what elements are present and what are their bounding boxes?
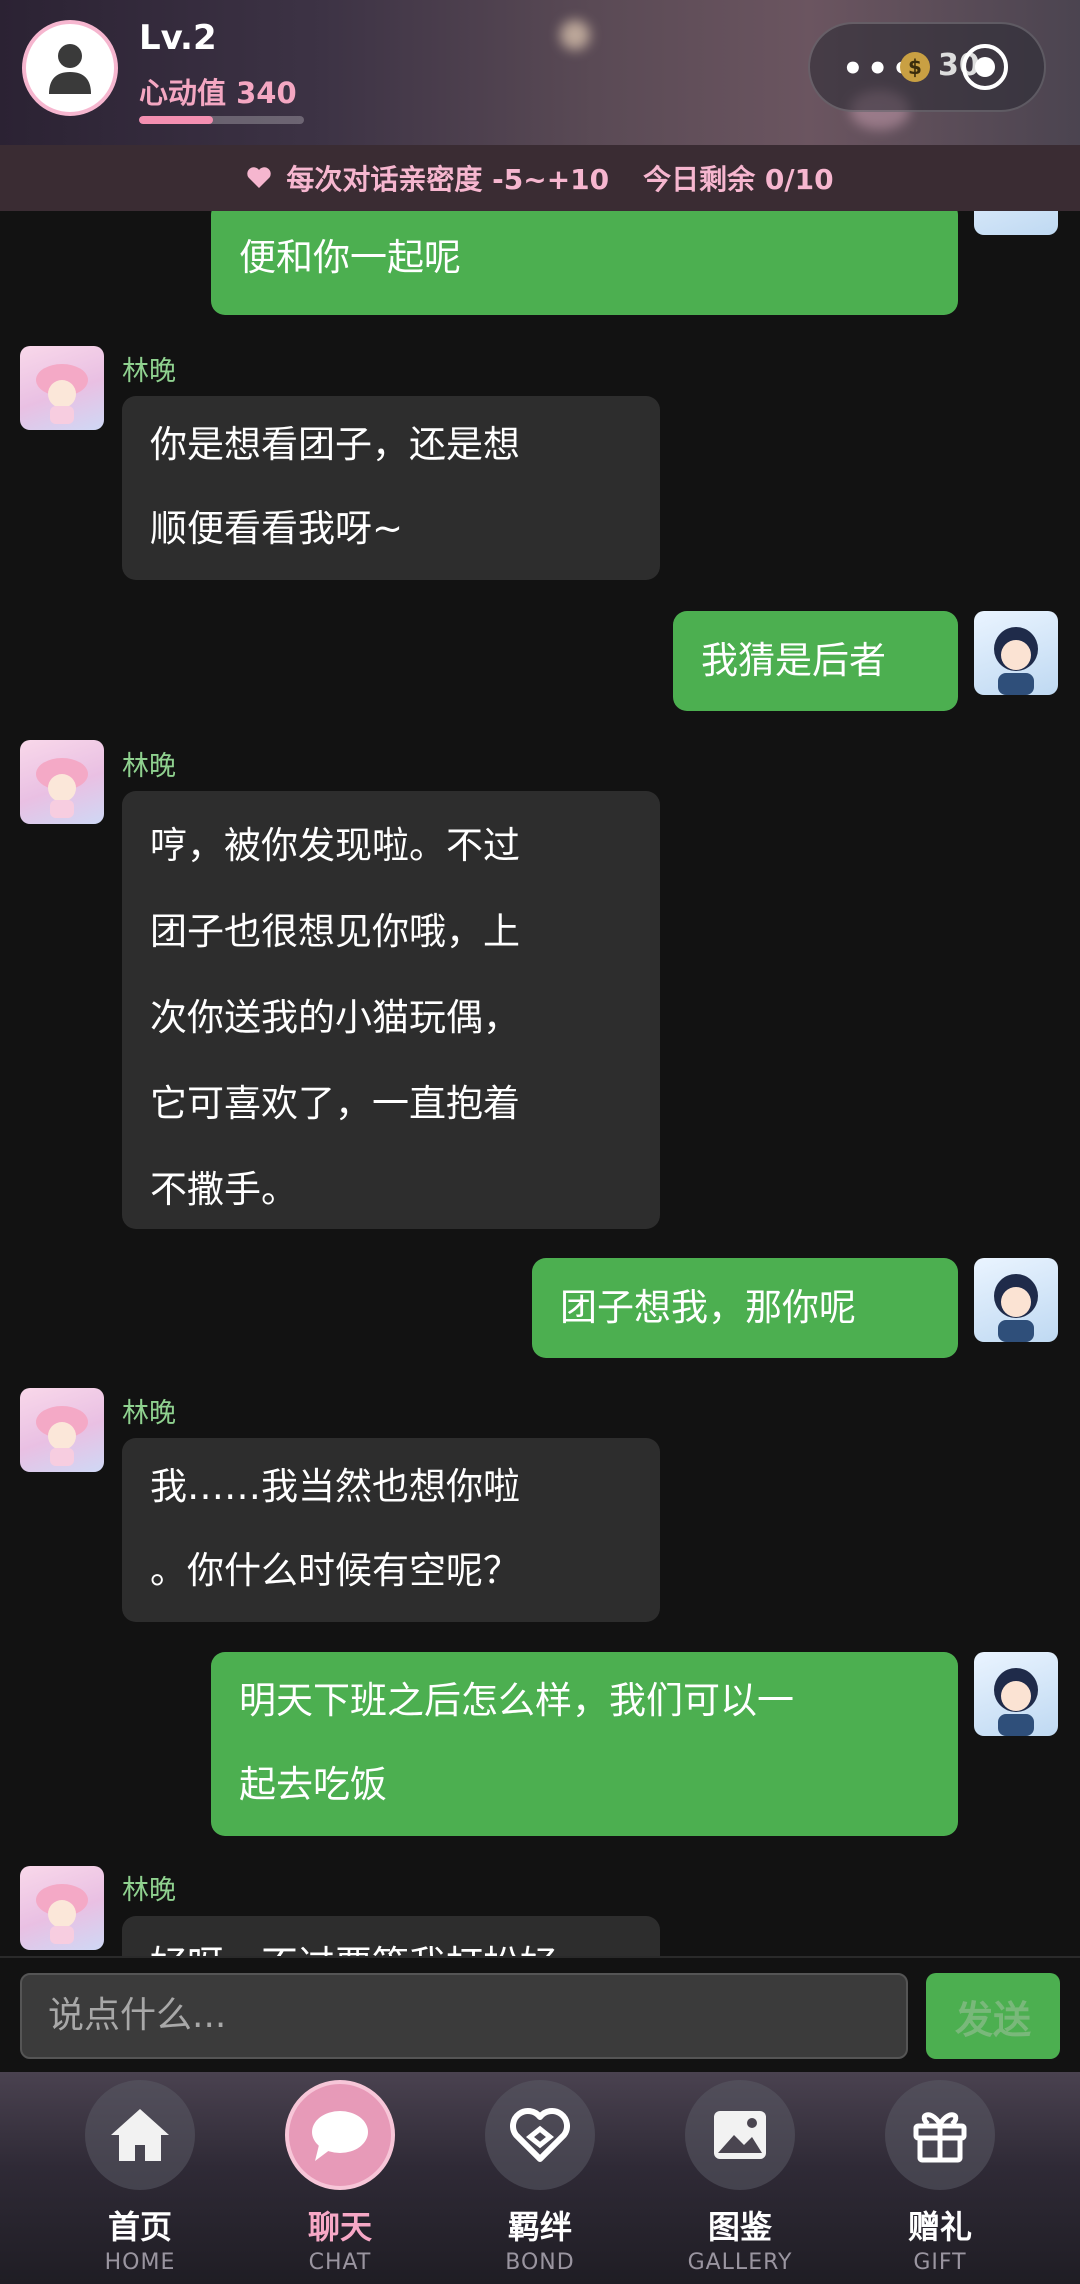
nav-sublabel: HOME (104, 2250, 176, 2275)
chat-bubble-icon (285, 2080, 395, 2190)
my-avatar[interactable] (974, 1652, 1058, 1736)
send-button[interactable]: 发送 (926, 1973, 1060, 2059)
message-line: 好呀，不过要等我打扮好 (150, 1922, 632, 1956)
nav-label: 图鉴 (707, 2208, 772, 2246)
anime-girl-avatar-art (36, 1884, 88, 1944)
nav-label: 羁绊 (507, 2208, 572, 2246)
sender-name: 林晚 (122, 356, 176, 387)
heart-progress-fill (139, 116, 214, 124)
their-message-bubble[interactable]: 好呀，不过要等我打扮好 (122, 1916, 660, 1956)
message-line: 它可喜欢了，一直抱着 (150, 1082, 520, 1125)
heart-link-icon (485, 2080, 595, 2190)
message-line: 起去吃饭 (239, 1763, 387, 1806)
my-message-bubble[interactable]: 我猜是后者 (673, 611, 958, 711)
their-message-bubble[interactable]: 我……我当然也想你啦 。你什么时候有空呢？ (122, 1438, 660, 1622)
nav-label: 首页 (107, 2208, 172, 2246)
message-line: 明天下班之后怎么样，我们可以一 (239, 1679, 794, 1722)
message-line: 我猜是后者 (701, 639, 886, 682)
user-level: Lv.2 (139, 18, 217, 58)
user-icon (49, 44, 91, 94)
bottom-navigation: 首页 HOME 聊天 CHAT 羁绊 BOND 图鉴 GALLERY 赠礼 GI… (0, 2072, 1080, 2284)
heart-value: 心动值 340 (139, 76, 297, 110)
chat-message-list[interactable]: 便和你一起呢 林晚 你是想看团子，还是想 顺便看看我呀~ 我猜是后者 林晚 哼，… (0, 211, 1080, 1956)
my-avatar[interactable] (974, 611, 1058, 695)
message-line: 不撒手。 (150, 1168, 298, 1211)
anime-boy-avatar-art (994, 1668, 1038, 1736)
my-avatar[interactable] (974, 1258, 1058, 1342)
anime-girl-avatar-art (36, 758, 88, 818)
close-miniprogram-icon[interactable] (962, 44, 1008, 90)
nav-sublabel: CHAT (308, 2250, 372, 2275)
anime-boy-avatar-art (994, 1274, 1038, 1342)
nav-home[interactable]: 首页 HOME (40, 2072, 240, 2284)
intimacy-banner: 每次对话亲密度 -5~+10 今日剩余 0/10 (0, 145, 1080, 211)
my-message-bubble[interactable]: 便和你一起呢 (211, 211, 958, 315)
my-avatar[interactable] (974, 211, 1058, 235)
heart-icon (247, 167, 272, 188)
top-header: Lv.2 心动值 340 ••• $ 30 (0, 0, 1080, 145)
my-message-bubble[interactable]: 明天下班之后怎么样，我们可以一 起去吃饭 (211, 1652, 958, 1836)
lin-wan-avatar[interactable] (20, 1388, 104, 1472)
message-line: 次你送我的小猫玩偶， (150, 996, 520, 1039)
anime-girl-avatar-art (36, 1406, 88, 1466)
nav-sublabel: GALLERY (687, 2250, 793, 2275)
intimacy-rule-text: 每次对话亲密度 -5~+10 (286, 163, 610, 196)
my-message-bubble[interactable]: 团子想我，那你呢 (532, 1258, 958, 1358)
message-line: 哼，被你发现啦。不过 (150, 824, 520, 867)
anime-girl-avatar-art (36, 364, 88, 424)
message-line: 便和你一起呢 (239, 236, 461, 279)
message-line: 我……我当然也想你啦 (150, 1465, 520, 1508)
their-message-bubble[interactable]: 哼，被你发现啦。不过 团子也很想见你哦，上 次你送我的小猫玩偶， 它可喜欢了，一… (122, 791, 660, 1229)
lin-wan-avatar[interactable] (20, 346, 104, 430)
their-message-bubble[interactable]: 你是想看团子，还是想 顺便看看我呀~ (122, 396, 660, 580)
nav-gallery[interactable]: 图鉴 GALLERY (640, 2072, 840, 2284)
nav-label: 赠礼 (907, 2208, 972, 2246)
home-icon (85, 2080, 195, 2190)
nav-label: 聊天 (307, 2208, 372, 2246)
sender-name: 林晚 (122, 1875, 176, 1906)
background-light (560, 20, 590, 50)
nav-sublabel: GIFT (913, 2250, 967, 2275)
message-line: 团子也很想见你哦，上 (150, 910, 520, 953)
lin-wan-avatar[interactable] (20, 1866, 104, 1950)
message-input-bar: 说点什么... 发送 (0, 1956, 1080, 2074)
gallery-icon (685, 2080, 795, 2190)
message-input[interactable]: 说点什么... (20, 1973, 908, 2059)
anime-boy-avatar-art (994, 627, 1038, 695)
message-line: 顺便看看我呀~ (150, 507, 404, 550)
coin-icon: $ (900, 52, 930, 82)
nav-gift[interactable]: 赠礼 GIFT (840, 2072, 1040, 2284)
sender-name: 林晚 (122, 751, 176, 782)
heart-progress-bar (139, 116, 304, 124)
user-avatar[interactable] (22, 20, 118, 116)
message-line: 团子想我，那你呢 (560, 1286, 856, 1329)
nav-chat[interactable]: 聊天 CHAT (240, 2072, 440, 2284)
sender-name: 林晚 (122, 1398, 176, 1429)
mini-program-capsule: ••• $ 30 (808, 22, 1046, 112)
message-line: 你是想看团子，还是想 (150, 423, 520, 466)
lin-wan-avatar[interactable] (20, 740, 104, 824)
remaining-count-text: 今日剩余 0/10 (643, 163, 834, 196)
nav-bond[interactable]: 羁绊 BOND (440, 2072, 640, 2284)
nav-sublabel: BOND (505, 2250, 575, 2275)
message-line: 。你什么时候有空呢？ (150, 1549, 520, 1592)
gift-icon (885, 2080, 995, 2190)
